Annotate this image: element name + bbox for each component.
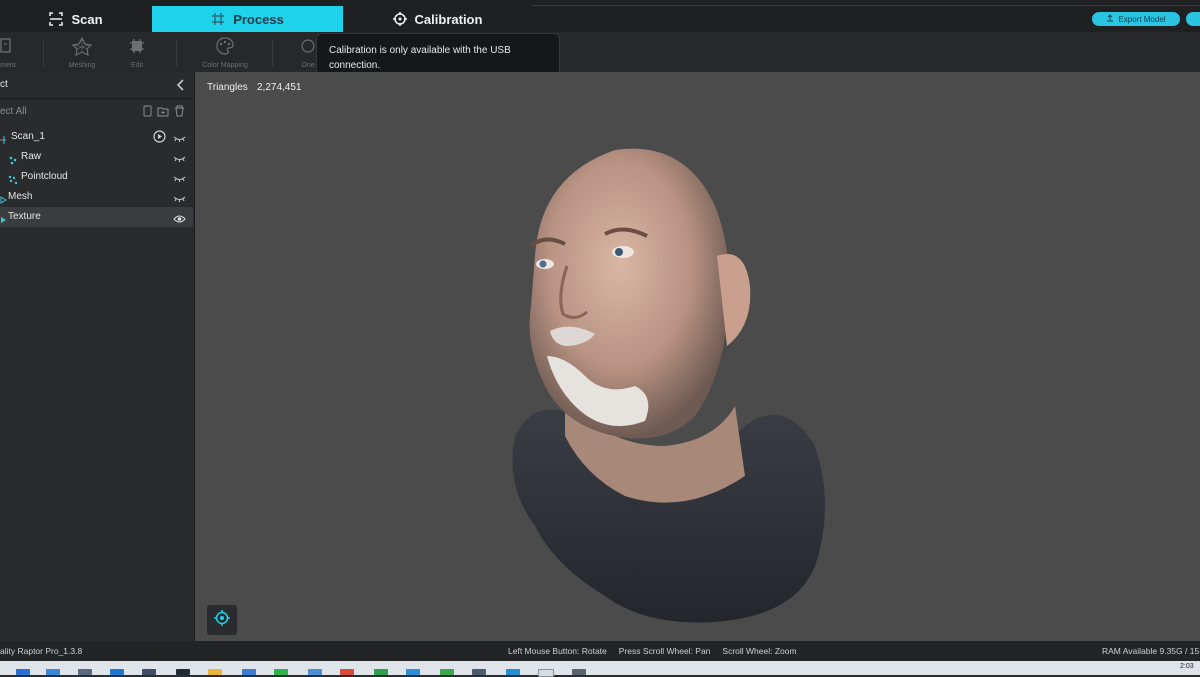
panel-header: ct: [0, 72, 195, 99]
tree-item-scan-1[interactable]: Scan_1: [0, 127, 193, 147]
ram-available: RAM Available 9.35G / 15: [1102, 646, 1200, 656]
meshing-icon: [71, 36, 93, 58]
tree-item-label: Scan_1: [11, 131, 45, 142]
export-model-label: Export Model: [1118, 14, 1166, 24]
tab-calibration-label: Calibration: [414, 11, 483, 27]
taskbar-app-icon[interactable]: [340, 669, 354, 675]
scan-frame-icon: [49, 12, 64, 26]
start-icon[interactable]: [16, 669, 30, 675]
tool-edit-label: Edit: [130, 62, 144, 69]
toolbar-divider: [176, 40, 177, 66]
taskbar-app-icon[interactable]: [242, 669, 256, 675]
toolbar-divider: [272, 40, 273, 66]
panel-title: ct: [0, 79, 8, 90]
hint-zoom: Scroll Wheel: Zoom: [722, 646, 797, 656]
taskbar-app-icon[interactable]: [308, 669, 322, 675]
tool-alignment[interactable]: nment: [0, 36, 36, 72]
taskbar-app-icon[interactable]: [274, 669, 288, 675]
taskbar-app-icon[interactable]: [406, 669, 420, 675]
folder-add-icon[interactable]: [157, 104, 169, 122]
phone-icon[interactable]: [143, 104, 152, 122]
select-all-checkbox[interactable]: ect All: [0, 106, 27, 117]
tree-item-raw[interactable]: Raw: [0, 147, 193, 167]
triangles-label: Triangles: [207, 82, 248, 93]
taskbar-app-icon[interactable]: [374, 669, 388, 675]
secondary-action-button[interactable]: [1186, 12, 1200, 26]
tab-process-label: Process: [233, 11, 284, 27]
toolbar-divider: [43, 40, 44, 66]
eye-open-icon[interactable]: [173, 211, 186, 229]
top-bar: Scan Process Calibration Export Model: [0, 0, 1200, 32]
process-frame-icon: [211, 12, 225, 26]
taskbar-app-icon[interactable]: [46, 669, 60, 675]
tree-item-mesh[interactable]: Mesh: [0, 187, 193, 207]
tree-item-label: Pointcloud: [21, 171, 68, 182]
tree-item-label: Mesh: [8, 191, 33, 202]
taskbar-app-icon[interactable]: [472, 669, 486, 675]
tab-process[interactable]: Process: [152, 6, 343, 32]
triangles-count: 2,274,451: [257, 82, 302, 93]
status-bar: ality Raptor Pro_1.3.8 Left Mouse Button…: [0, 641, 1200, 661]
hint-pan: Press Scroll Wheel: Pan: [618, 646, 711, 656]
crosshair-icon: [392, 12, 407, 26]
focus-view-button[interactable]: [207, 605, 237, 635]
object-panel: ct ect All Scan_1 Raw Pointcloud Mesh Te…: [0, 72, 195, 641]
target-icon: [214, 609, 230, 631]
play-icon[interactable]: [153, 130, 166, 148]
tree-item-texture[interactable]: Texture: [0, 207, 193, 227]
taskbar-clock: 2:03: [1180, 663, 1194, 670]
taskbar-app-icon[interactable]: [78, 669, 92, 675]
tree-item-label: Texture: [8, 211, 41, 222]
chevron-left-icon[interactable]: [176, 78, 186, 96]
tool-color-mapping-label: Color Mapping: [202, 62, 248, 69]
tree-item-pointcloud[interactable]: Pointcloud: [0, 167, 193, 187]
tab-scan[interactable]: Scan: [0, 6, 152, 32]
tree-item-label: Raw: [21, 151, 42, 162]
taskbar-app-icon[interactable]: [110, 669, 124, 675]
mouse-hints: Left Mouse Button: Rotate Press Scroll W…: [508, 646, 797, 656]
one-click-icon: [298, 36, 318, 58]
tool-one-click-label: One: [301, 62, 315, 69]
color-mapping-icon: [215, 36, 235, 58]
3d-viewport[interactable]: Triangles 2,274,451: [195, 72, 1200, 641]
align-icon: [0, 36, 16, 58]
taskbar-app-icon[interactable]: [572, 669, 586, 675]
taskbar-app-icon[interactable]: [142, 669, 156, 675]
taskbar-app-icon[interactable]: [506, 669, 520, 675]
top-divider: [532, 5, 1200, 6]
app-version: ality Raptor Pro_1.3.8: [0, 646, 83, 656]
scanned-head-model[interactable]: [495, 146, 835, 626]
texture-node-icon: [0, 212, 8, 230]
hint-rotate: Left Mouse Button: Rotate: [508, 646, 607, 656]
tool-color-mapping[interactable]: Color Mapping: [195, 36, 255, 72]
edit-icon: [127, 36, 147, 58]
export-model-button[interactable]: Export Model: [1092, 12, 1180, 26]
tab-calibration[interactable]: Calibration: [343, 6, 532, 32]
windows-taskbar: 2:03: [0, 661, 1200, 677]
tool-meshing-label: Meshing: [68, 62, 96, 69]
tool-alignment-label: nment: [0, 62, 16, 69]
tool-edit[interactable]: Edit: [107, 36, 167, 72]
taskbar-app-icon[interactable]: [440, 669, 454, 675]
taskbar-app-icon[interactable]: [538, 669, 554, 677]
export-icon: [1106, 14, 1114, 24]
tab-scan-label: Scan: [71, 11, 103, 27]
trash-icon[interactable]: [174, 104, 185, 122]
folder-icon[interactable]: [208, 669, 222, 675]
process-toolbar: nment Meshing Edit Color Mapping One: [0, 32, 1200, 72]
taskbar-app-icon[interactable]: [176, 669, 190, 675]
tool-meshing[interactable]: Meshing: [52, 36, 112, 72]
